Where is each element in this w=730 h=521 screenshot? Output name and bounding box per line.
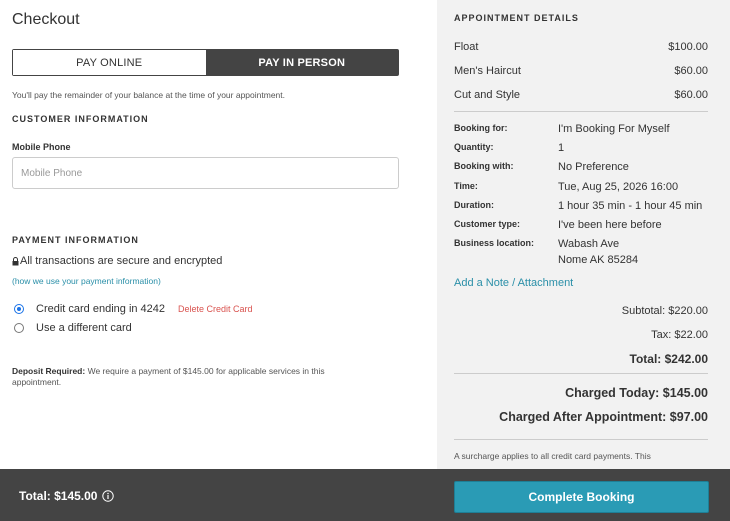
new-card-radio[interactable] [14, 323, 24, 333]
detail-key: Quantity: [454, 142, 494, 152]
new-card-label: Use a different card [36, 322, 132, 334]
add-note-link[interactable]: Add a Note / Attachment [454, 277, 573, 289]
detail-value: No Preference [558, 161, 629, 173]
saved-card-option[interactable]: Credit card ending in 4242 Delete Credit… [14, 303, 253, 315]
detail-value: Tue, Aug 25, 2026 16:00 [558, 181, 679, 193]
pay-online-button[interactable]: PAY ONLINE [13, 50, 206, 75]
charged-after-appointment: Charged After Appointment: $97.00 [499, 410, 708, 424]
payment-mode-toggle: PAY ONLINE PAY IN PERSON [12, 49, 399, 76]
detail-value: 1 [558, 142, 565, 154]
order-total: Total: $242.00 [629, 352, 708, 366]
footer-bar: Total: $145.00 Complete Booking [0, 469, 730, 521]
service-row: Men's Haircut $60.00 [454, 65, 708, 77]
detail-row: Business location: Wabash Ave Nome AK 85… [454, 236, 638, 268]
service-name: Men's Haircut [454, 65, 521, 77]
secure-text: All transactions are secure and encrypte… [20, 255, 223, 267]
deposit-note: Deposit Required: We require a payment o… [12, 366, 372, 388]
secure-note: All transactions are secure and encrypte… [12, 255, 222, 267]
service-row: Float $100.00 [454, 41, 708, 53]
deposit-label: Deposit Required: [12, 366, 86, 376]
mobile-phone-input[interactable] [12, 157, 399, 189]
detail-key: Duration: [454, 200, 494, 210]
lock-icon [12, 256, 19, 265]
detail-row: Quantity: 1 [454, 140, 564, 156]
divider [454, 439, 708, 440]
info-icon[interactable] [102, 490, 115, 502]
detail-row: Time: Tue, Aug 25, 2026 16:00 [454, 179, 678, 195]
divider [454, 373, 708, 374]
complete-booking-button[interactable]: Complete Booking [454, 481, 709, 513]
detail-value: 1 hour 35 min - 1 hour 45 min [558, 200, 703, 212]
tax: Tax: $22.00 [651, 329, 708, 341]
page-title: Checkout [12, 11, 80, 28]
subtotal: Subtotal: $220.00 [621, 305, 708, 317]
footer-total-text: Total: $145.00 [19, 489, 98, 503]
detail-value: Wabash Ave Nome AK 85284 [558, 236, 638, 268]
location-street: Wabash Ave [558, 238, 620, 250]
delete-card-link[interactable]: Delete Credit Card [178, 304, 253, 314]
detail-key: Time: [454, 181, 478, 191]
detail-row: Customer type: I've been here before [454, 217, 662, 233]
location-city: Nome AK 85284 [558, 254, 639, 266]
checkout-panel: Checkout PAY ONLINE PAY IN PERSON You'll… [0, 0, 437, 469]
service-price: $60.00 [674, 89, 708, 101]
divider [454, 111, 708, 112]
detail-value: I've been here before [558, 219, 662, 231]
service-name: Cut and Style [454, 89, 521, 101]
detail-value: I'm Booking For Myself [558, 123, 670, 135]
pay-in-person-button[interactable]: PAY IN PERSON [205, 50, 398, 75]
balance-note: You'll pay the remainder of your balance… [12, 90, 286, 100]
payment-info-link[interactable]: (how we use your payment information) [12, 276, 161, 286]
detail-key: Booking with: [454, 161, 514, 171]
saved-card-radio[interactable] [14, 304, 24, 314]
new-card-option[interactable]: Use a different card [14, 322, 132, 334]
detail-row: Booking for: I'm Booking For Myself [454, 121, 670, 137]
footer-total: Total: $145.00 [19, 489, 115, 503]
surcharge-note: A surcharge applies to all credit card p… [454, 451, 651, 461]
detail-key: Business location: [454, 238, 535, 248]
appointment-details-panel: APPOINTMENT DETAILS Float $100.00 Men's … [437, 0, 730, 469]
service-name: Float [454, 41, 479, 53]
detail-key: Customer type: [454, 219, 521, 229]
mobile-phone-label: Mobile Phone [12, 142, 71, 152]
service-row: Cut and Style $60.00 [454, 89, 708, 101]
payment-info-heading: PAYMENT INFORMATION [12, 235, 139, 245]
appointment-details-heading: APPOINTMENT DETAILS [454, 13, 579, 23]
detail-key: Booking for: [454, 123, 508, 133]
service-price: $60.00 [674, 65, 708, 77]
detail-row: Duration: 1 hour 35 min - 1 hour 45 min [454, 198, 702, 214]
customer-info-heading: CUSTOMER INFORMATION [12, 114, 149, 124]
saved-card-label: Credit card ending in 4242 [36, 303, 166, 315]
service-price: $100.00 [668, 41, 708, 53]
detail-row: Booking with: No Preference [454, 159, 629, 175]
charged-today: Charged Today: $145.00 [565, 386, 708, 400]
